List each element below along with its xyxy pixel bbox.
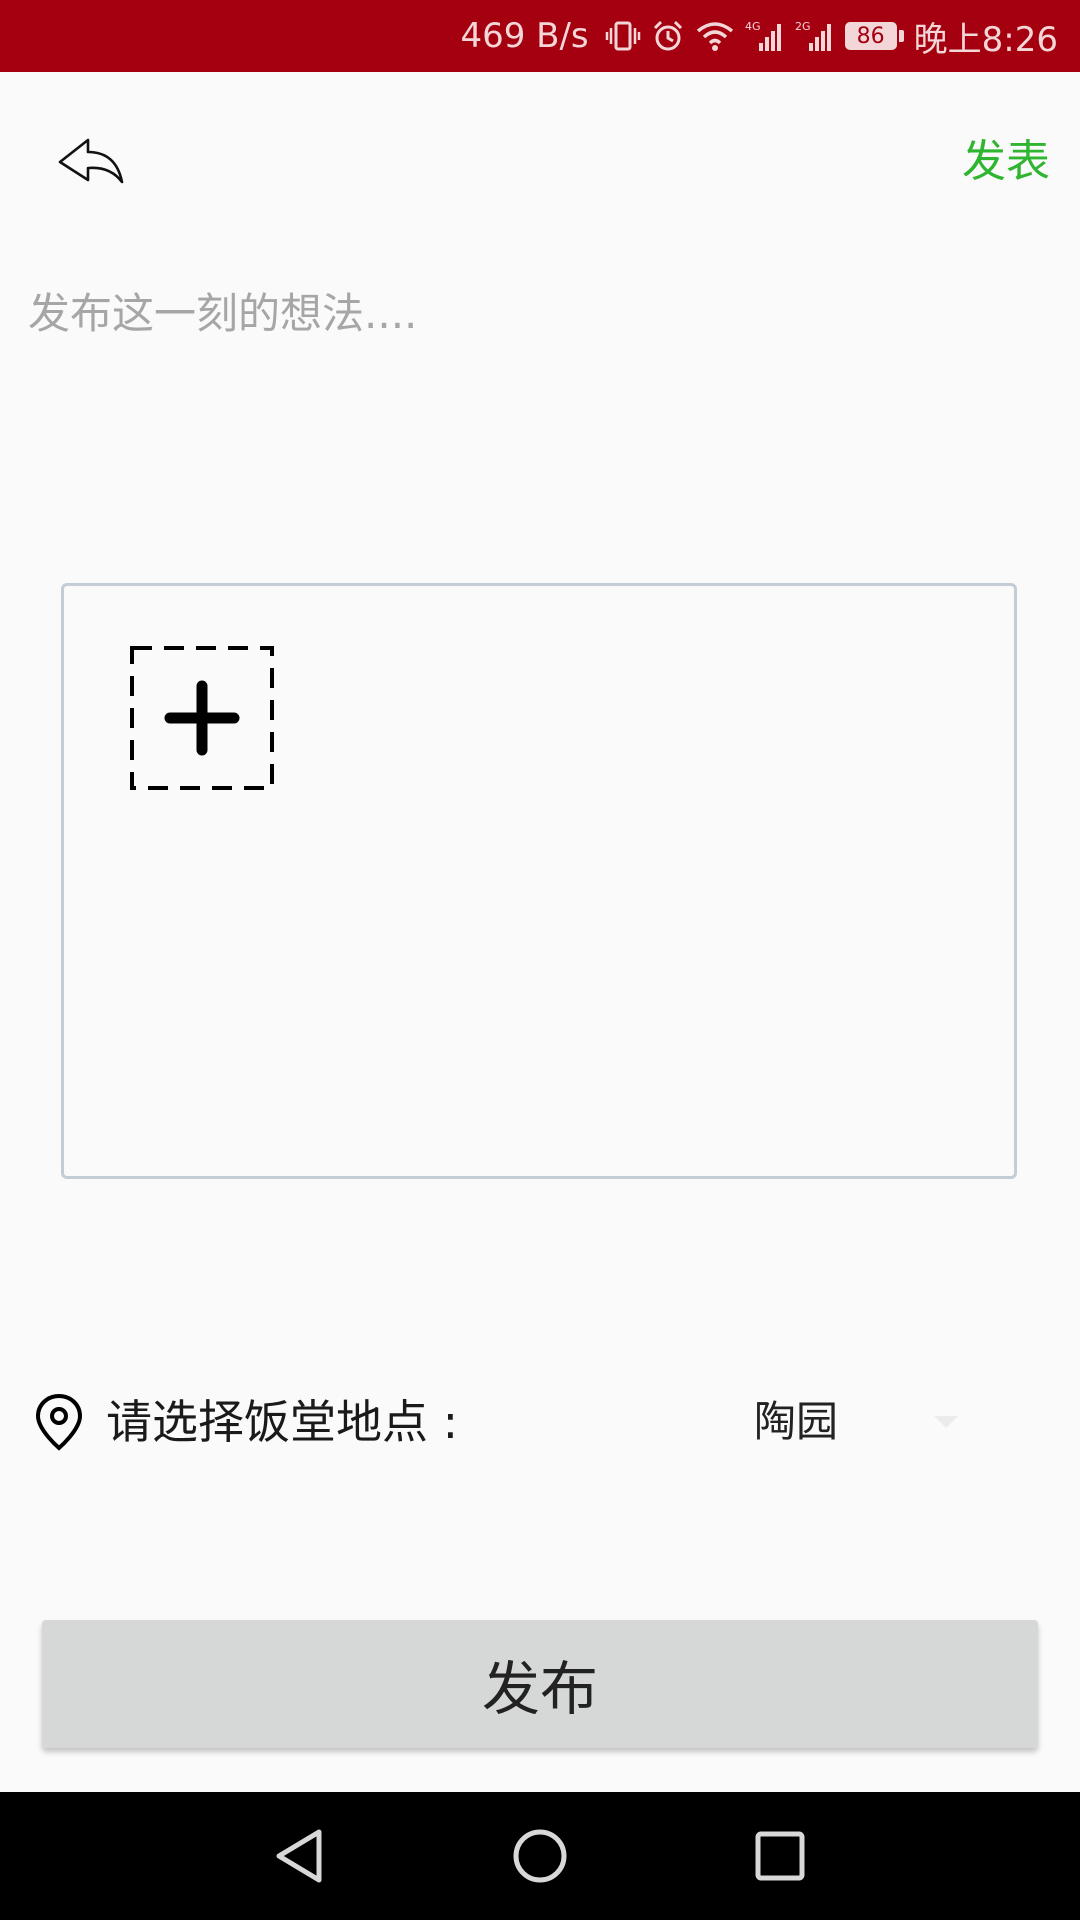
signal-2g-label: 2G (795, 20, 811, 33)
location-row: 请选择饭堂地点 : 陶园 (34, 1392, 1044, 1452)
battery-level: 86 (844, 22, 897, 50)
back-arrow-icon (58, 138, 124, 184)
location-pin-icon (35, 1393, 83, 1451)
status-bar: 469 B/s 4G 2G 86 晚上8:26 (0, 0, 1080, 72)
add-image-button[interactable] (130, 646, 274, 790)
network-speed: 469 B/s (460, 16, 589, 56)
alarm-icon (653, 20, 682, 51)
signal-4g-label: 4G (745, 20, 761, 33)
navigation-bar (0, 1792, 1080, 1920)
wifi-icon (696, 22, 733, 51)
location-label: 请选择饭堂地点 : (106, 1395, 459, 1449)
triangle-back-icon[interactable] (265, 1822, 333, 1890)
status-time: 晚上8:26 (913, 19, 1058, 60)
signal-4g-icon: 4G (745, 20, 781, 51)
thought-input[interactable] (28, 280, 1048, 540)
battery-icon: 86 (844, 22, 904, 50)
back-button[interactable] (56, 136, 128, 192)
vibrate-icon (605, 21, 640, 51)
publish-link[interactable]: 发表 (962, 134, 1050, 190)
signal-2g-icon: 2G (795, 20, 831, 51)
canteen-selected-value: 陶园 (754, 1397, 839, 1446)
add-image-plus-icon (130, 646, 274, 790)
square-recent-icon[interactable] (746, 1822, 814, 1890)
canteen-select[interactable]: 陶园 (720, 1392, 980, 1452)
submit-button[interactable]: 发布 (42, 1620, 1038, 1748)
status-icons: 469 B/s 4G 2G 86 晚上8:26 (460, 0, 1058, 72)
image-upload-area (61, 583, 1017, 1179)
circle-home-icon[interactable] (506, 1822, 574, 1890)
dropdown-arrow-icon (934, 1416, 958, 1428)
